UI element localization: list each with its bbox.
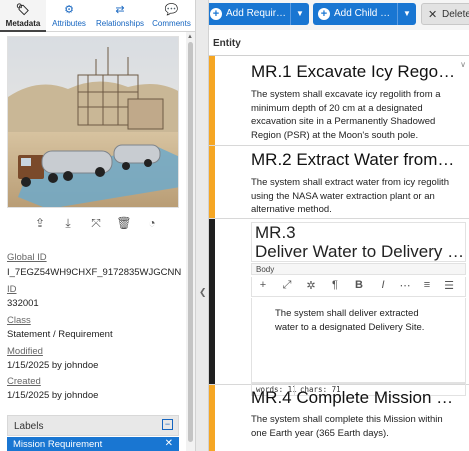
id-label: ID xyxy=(7,284,17,295)
delete-button[interactable]: ✕ Delete xyxy=(421,3,469,25)
chevron-down-icon[interactable]: ∨ xyxy=(460,60,466,69)
created-label: Created xyxy=(7,376,41,387)
add-requirement-button[interactable]: + Add Requir… ▼ xyxy=(209,3,309,25)
adjust-icon[interactable]: ◔ xyxy=(144,214,160,232)
requirement-title: MR.1 Excavate Icy Regolith xyxy=(251,62,457,81)
class-value: Statement / Requirement xyxy=(7,329,113,340)
relationships-icon: ⇄ xyxy=(115,4,125,16)
table-row[interactable]: MR.1 Excavate Icy Regolith The system sh… xyxy=(209,56,469,146)
collapse-left-icon[interactable]: ❮ xyxy=(199,287,207,298)
tab-comments[interactable]: 💬 Comments xyxy=(148,0,195,32)
table-row[interactable]: MR.2 Extract Water from Regolith The sys… xyxy=(209,146,469,219)
chevron-down-icon[interactable]: ▼ xyxy=(397,3,416,25)
close-icon: ✕ xyxy=(428,9,438,21)
entity-image xyxy=(7,36,179,208)
expand-icon[interactable]: ⤢ xyxy=(280,279,294,292)
paragraph-icon[interactable]: ¶ xyxy=(328,279,342,291)
table-row-editing[interactable]: MR.3 Deliver Water to Delivery Site Body… xyxy=(209,219,469,396)
list-icon[interactable]: ☰ xyxy=(442,279,456,292)
plus-icon: + xyxy=(318,8,330,20)
requirement-description: The system shall extract water from icy … xyxy=(251,177,449,215)
status-bar xyxy=(209,146,215,218)
app-window: 🏷 Metadata ⚙ Attributes ⇄ Relationships … xyxy=(0,0,469,451)
align-icon[interactable]: ≡ xyxy=(420,279,434,291)
add-icon[interactable]: + xyxy=(256,279,270,291)
comments-icon: 💬 xyxy=(164,4,179,16)
fit-icon[interactable]: ⤧ xyxy=(88,214,104,232)
global-id-label: Global ID xyxy=(7,252,47,263)
properties-panel: 🏷 Metadata ⚙ Attributes ⇄ Relationships … xyxy=(0,0,195,451)
modified-label: Modified xyxy=(7,346,43,357)
requirement-title: MR.4 Complete Mission Within One Earth Y… xyxy=(251,388,457,407)
italic-icon[interactable]: I xyxy=(376,279,390,291)
remove-label-icon[interactable]: ✕ xyxy=(165,438,173,449)
left-scrollbar[interactable]: ▲ xyxy=(186,32,195,451)
scroll-thumb[interactable] xyxy=(188,42,193,442)
plus-icon: + xyxy=(210,8,222,20)
scroll-up-icon[interactable]: ▲ xyxy=(187,34,193,40)
status-bar xyxy=(209,385,215,451)
download-icon[interactable]: ⤓ xyxy=(60,214,76,232)
title-editor[interactable]: MR.3 Deliver Water to Delivery Site xyxy=(251,222,466,262)
rich-text-toolbar: + ⤢ ✲ ¶ B I ⋯ ≡ ☰ xyxy=(251,277,466,297)
settings-icon[interactable]: ✲ xyxy=(304,279,318,292)
label-chip[interactable]: Mission Requirement ✕ xyxy=(7,437,179,451)
body-editor[interactable]: The system shall deliver extracted water… xyxy=(251,298,466,383)
table-row[interactable]: MR.4 Complete Mission Within One Earth Y… xyxy=(209,385,469,451)
global-id-value: I_7EGZ54WH9CHXF_9172835WJGCNN xyxy=(7,267,182,278)
requirement-description: The system shall excavate icy regolith f… xyxy=(251,89,441,141)
id-value: 332001 xyxy=(7,298,39,309)
upload-icon[interactable]: ⇪ xyxy=(32,214,48,232)
requirement-description: The system shall complete this Mission w… xyxy=(251,414,443,439)
class-label: Class xyxy=(7,315,31,326)
status-bar xyxy=(209,56,215,145)
delete-icon[interactable]: 🗑 xyxy=(116,214,132,232)
body-label: Body xyxy=(251,263,466,275)
action-toolbar: + Add Requir… ▼ + Add Child … ▼ ✕ Delete xyxy=(209,0,469,30)
tag-icon: 🏷 xyxy=(16,4,30,16)
tab-attributes[interactable]: ⚙ Attributes xyxy=(46,0,92,32)
add-child-button[interactable]: + Add Child … ▼ xyxy=(313,3,416,25)
collapse-icon[interactable]: − xyxy=(162,419,173,430)
created-value: 1/15/2025 by johndoe xyxy=(7,390,99,401)
status-bar xyxy=(209,219,215,384)
panel-tabs: 🏷 Metadata ⚙ Attributes ⇄ Relationships … xyxy=(0,0,195,32)
requirements-panel: + Add Requir… ▼ + Add Child … ▼ ✕ Delete… xyxy=(209,0,469,451)
panel-splitter[interactable]: ❮ xyxy=(195,0,209,451)
bold-icon[interactable]: B xyxy=(352,279,366,291)
labels-section-header[interactable]: Labels − xyxy=(7,415,179,436)
more-icon[interactable]: ⋯ xyxy=(398,279,412,292)
requirement-title: MR.2 Extract Water from Regolith xyxy=(251,150,457,169)
image-toolbar: ⇪ ⤓ ⤧ 🗑 ◔ xyxy=(30,214,165,234)
tab-metadata[interactable]: 🏷 Metadata xyxy=(0,0,46,32)
attributes-icon: ⚙ xyxy=(64,4,74,16)
modified-value: 1/15/2025 by johndoe xyxy=(7,360,99,371)
chevron-down-icon[interactable]: ▼ xyxy=(290,3,309,25)
entity-column-header[interactable]: Entity xyxy=(209,30,469,56)
tab-relationships[interactable]: ⇄ Relationships xyxy=(92,0,148,32)
